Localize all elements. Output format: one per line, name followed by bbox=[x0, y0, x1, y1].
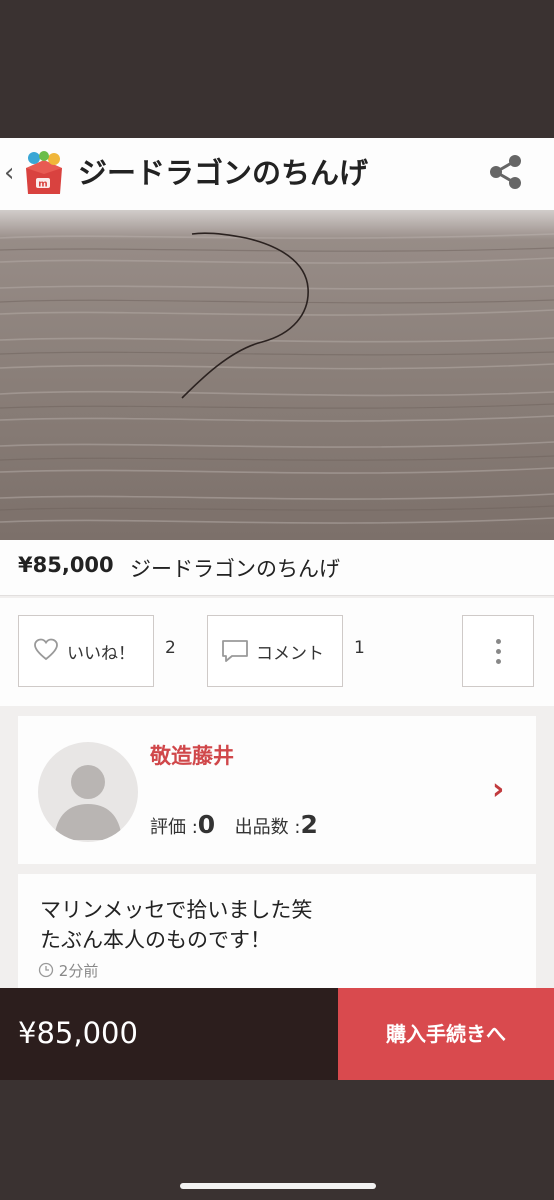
default-user-icon bbox=[54, 765, 122, 840]
listings-value: 2 bbox=[300, 810, 318, 839]
like-button[interactable]: いいね！ bbox=[18, 615, 154, 687]
action-row: いいね！ 2 コメント 1 bbox=[0, 598, 554, 706]
item-price-row: ¥85,000 ジードラゴンのちんげ bbox=[0, 540, 554, 596]
svg-text:m: m bbox=[38, 180, 47, 190]
buy-price: ¥85,000 bbox=[18, 1016, 138, 1050]
item-price: ¥85,000 bbox=[18, 553, 114, 577]
rating-value: 0 bbox=[197, 810, 216, 839]
listings-label: 出品数 : bbox=[234, 817, 301, 838]
comment-bubble-icon bbox=[222, 640, 248, 662]
seller-stats: 評価 :0 出品数 :2 bbox=[150, 810, 318, 839]
description-line-2: たぶん本人のものです！ bbox=[40, 928, 271, 952]
more-options-button[interactable] bbox=[462, 615, 534, 687]
like-label: いいね！ bbox=[67, 644, 135, 664]
posted-time-text: 2分前 bbox=[58, 962, 99, 980]
like-count: 2 bbox=[165, 638, 176, 658]
buy-bar: ¥85,000 購入手続きへ bbox=[0, 988, 554, 1080]
comment-count: 1 bbox=[354, 638, 365, 658]
posted-time: 2分前 bbox=[38, 960, 98, 981]
comment-label: コメント bbox=[256, 644, 324, 664]
home-indicator[interactable] bbox=[180, 1183, 376, 1189]
item-photo[interactable] bbox=[0, 210, 554, 540]
app-screen: ‹ m ジードラゴンのちんげ ¥85,000 ジードラゴンのちんげ いいね！ 2… bbox=[0, 138, 554, 1080]
seller-name[interactable]: 敬造藤井 bbox=[150, 740, 234, 770]
chevron-right-icon[interactable]: › bbox=[492, 772, 504, 807]
share-icon[interactable] bbox=[486, 152, 526, 192]
seller-card[interactable]: 敬造藤井 評価 :0 出品数 :2 › bbox=[18, 716, 536, 864]
purchase-button-label: 購入手続きへ bbox=[386, 1022, 506, 1046]
rating-label: 評価 : bbox=[150, 817, 198, 838]
header-bar: ‹ m ジードラゴンのちんげ bbox=[0, 138, 554, 210]
buy-price-area: ¥85,000 bbox=[0, 988, 338, 1080]
wood-floor-photo-image bbox=[0, 210, 554, 540]
comment-button[interactable]: コメント bbox=[207, 615, 343, 687]
avatar bbox=[38, 742, 138, 842]
item-name: ジードラゴンのちんげ bbox=[130, 557, 340, 581]
page-title: ジードラゴンのちんげ bbox=[78, 156, 369, 190]
top-dark-bar bbox=[0, 0, 554, 138]
more-vertical-icon-dot bbox=[496, 659, 501, 664]
back-chevron-icon[interactable]: ‹ bbox=[4, 158, 14, 188]
more-vertical-icon bbox=[496, 639, 501, 644]
purchase-button[interactable]: 購入手続きへ bbox=[338, 988, 554, 1080]
heart-icon bbox=[34, 638, 58, 661]
more-vertical-icon-dot bbox=[496, 649, 501, 654]
description-line-1: マリンメッセで拾いました笑 bbox=[40, 898, 313, 922]
mercari-box-logo-icon: m bbox=[26, 151, 62, 194]
clock-icon bbox=[38, 962, 54, 978]
